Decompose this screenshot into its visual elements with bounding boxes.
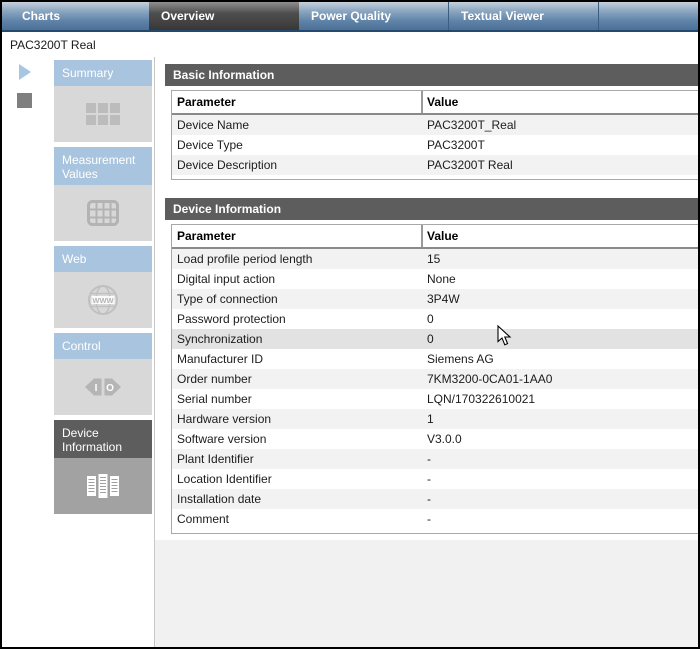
parameter-cell: Synchronization <box>177 332 263 346</box>
sidebar-item-summary[interactable]: Summary <box>54 60 152 142</box>
value-cell: PAC3200T_Real <box>427 118 517 132</box>
value-cell: - <box>427 512 431 526</box>
table-row-load-profile-period-length[interactable]: Load profile period length 15 <box>172 249 698 269</box>
table-row-type-of-connection[interactable]: Type of connection 3P4W <box>172 289 698 309</box>
value-cell: 0 <box>427 332 434 346</box>
value-cell: 1 <box>427 412 434 426</box>
table-row-hardware-version[interactable]: Hardware version 1 <box>172 409 698 429</box>
table-row-comment[interactable]: Comment - <box>172 509 698 529</box>
column-header-value: Value <box>421 91 698 113</box>
tab-textual-viewer[interactable]: Textual Viewer <box>449 2 599 30</box>
sidebar-item-control[interactable]: Control I O <box>54 333 152 415</box>
value-cell: - <box>427 452 431 466</box>
table-row-device-type[interactable]: Device Type PAC3200T <box>172 135 698 155</box>
value-cell: - <box>427 472 431 486</box>
sidebar-item-label: Device Information <box>54 420 152 458</box>
sidebar-item-measurement-values[interactable]: Measurement Values <box>54 147 152 241</box>
parameter-cell: Password protection <box>177 312 286 326</box>
table-row-serial-number[interactable]: Serial number LQN/170322610021 <box>172 389 698 409</box>
value-cell: 3P4W <box>427 292 460 306</box>
section-header-device-information: Device Information <box>165 198 698 220</box>
sidebar-item-label: Web <box>54 246 152 272</box>
table-row-synchronization[interactable]: Synchronization 0 <box>172 329 698 349</box>
tab-power-quality[interactable]: Power Quality <box>299 2 449 30</box>
control-io-icon: IO <box>54 359 152 415</box>
sidebar-item-web[interactable]: Web WWW <box>54 246 152 328</box>
table-device-information: Parameter Value Load profile period length… <box>171 224 698 534</box>
parameter-cell: Load profile period length <box>177 252 313 266</box>
web-globe-icon: WWW <box>54 272 152 328</box>
table-header-row: Parameter Value <box>172 225 698 249</box>
parameter-cell: Plant Identifier <box>177 452 254 466</box>
parameter-cell: Type of connection <box>177 292 278 306</box>
sidebar-item-label: Measurement Values <box>54 147 152 185</box>
value-cell: - <box>427 492 431 506</box>
parameter-cell: Installation date <box>177 492 262 506</box>
table-row-password-protection[interactable]: Password protection 0 <box>172 309 698 329</box>
value-cell: 15 <box>427 252 441 266</box>
table-basic-information: Parameter Value Device Name PAC3200T_Real De… <box>171 90 698 180</box>
value-cell: PAC3200T <box>427 138 485 152</box>
value-cell: 7KM3200-0CA01-1AA0 <box>427 372 553 386</box>
summary-grid-icon <box>54 86 152 142</box>
sidebar-item-label: Control <box>54 333 152 359</box>
parameter-cell: Serial number <box>177 392 252 406</box>
parameter-cell: Hardware version <box>177 412 272 426</box>
value-cell: 0 <box>427 312 434 326</box>
column-header-parameter: Parameter <box>177 95 236 109</box>
value-cell: PAC3200T Real <box>427 158 513 172</box>
stop-icon[interactable] <box>17 93 32 108</box>
parameter-cell: Location Identifier <box>177 472 272 486</box>
value-cell: V3.0.0 <box>427 432 462 446</box>
tab-charts[interactable]: Charts <box>2 2 149 30</box>
value-cell: LQN/170322610021 <box>427 392 536 406</box>
svg-text:I: I <box>95 383 98 394</box>
sidebar-item-label: Summary <box>54 60 152 86</box>
parameter-cell: Device Type <box>177 138 243 152</box>
table-row-location-identifier[interactable]: Location Identifier - <box>172 469 698 489</box>
section-header-basic-information: Basic Information <box>165 64 698 86</box>
parameter-cell: Comment <box>177 512 230 526</box>
table-row-device-name[interactable]: Device Name PAC3200T_Real <box>172 115 698 135</box>
parameter-cell: Device Description <box>177 158 278 172</box>
sidebar-nav: Summary Measurement Values Web WWW Control I O… <box>54 60 152 514</box>
app-window: Charts Overview Power Quality Textual Viewe… <box>0 0 700 649</box>
table-row-device-description[interactable]: Device Description PAC3200T Real <box>172 155 698 175</box>
parameter-cell: Digital input action <box>177 272 276 286</box>
main-content: Basic Information Parameter Value Device Na… <box>155 57 698 647</box>
column-header-value: Value <box>421 225 698 247</box>
column-header-parameter: Parameter <box>177 229 236 243</box>
table-row-digital-input-action[interactable]: Digital input action None <box>172 269 698 289</box>
tab-bar: Charts Overview Power Quality Textual Viewe… <box>2 2 698 32</box>
play-icon[interactable] <box>19 64 31 80</box>
table-row-order-number[interactable]: Order number 7KM3200-0CA01-1AA0 <box>172 369 698 389</box>
bottom-filler <box>155 540 698 647</box>
device-label: PAC3200T Real <box>10 38 96 52</box>
svg-text:O: O <box>106 383 114 394</box>
tab-overview[interactable]: Overview <box>149 2 299 30</box>
tab-bar-filler <box>599 2 698 30</box>
svg-text:WWW: WWW <box>92 296 114 305</box>
table-row-installation-date[interactable]: Installation date - <box>172 489 698 509</box>
device-documents-icon <box>54 458 152 514</box>
table-header-row: Parameter Value <box>172 91 698 115</box>
parameter-cell: Software version <box>177 432 267 446</box>
parameter-cell: Device Name <box>177 118 250 132</box>
table-row-manufacturer-id[interactable]: Manufacturer ID Siemens AG <box>172 349 698 369</box>
value-cell: None <box>427 272 456 286</box>
measurement-table-icon <box>54 185 152 241</box>
table-row-software-version[interactable]: Software version V3.0.0 <box>172 429 698 449</box>
table-row-plant-identifier[interactable]: Plant Identifier - <box>172 449 698 469</box>
value-cell: Siemens AG <box>427 352 494 366</box>
parameter-cell: Manufacturer ID <box>177 352 264 366</box>
sidebar-item-device-information[interactable]: Device Information <box>54 420 152 514</box>
parameter-cell: Order number <box>177 372 252 386</box>
